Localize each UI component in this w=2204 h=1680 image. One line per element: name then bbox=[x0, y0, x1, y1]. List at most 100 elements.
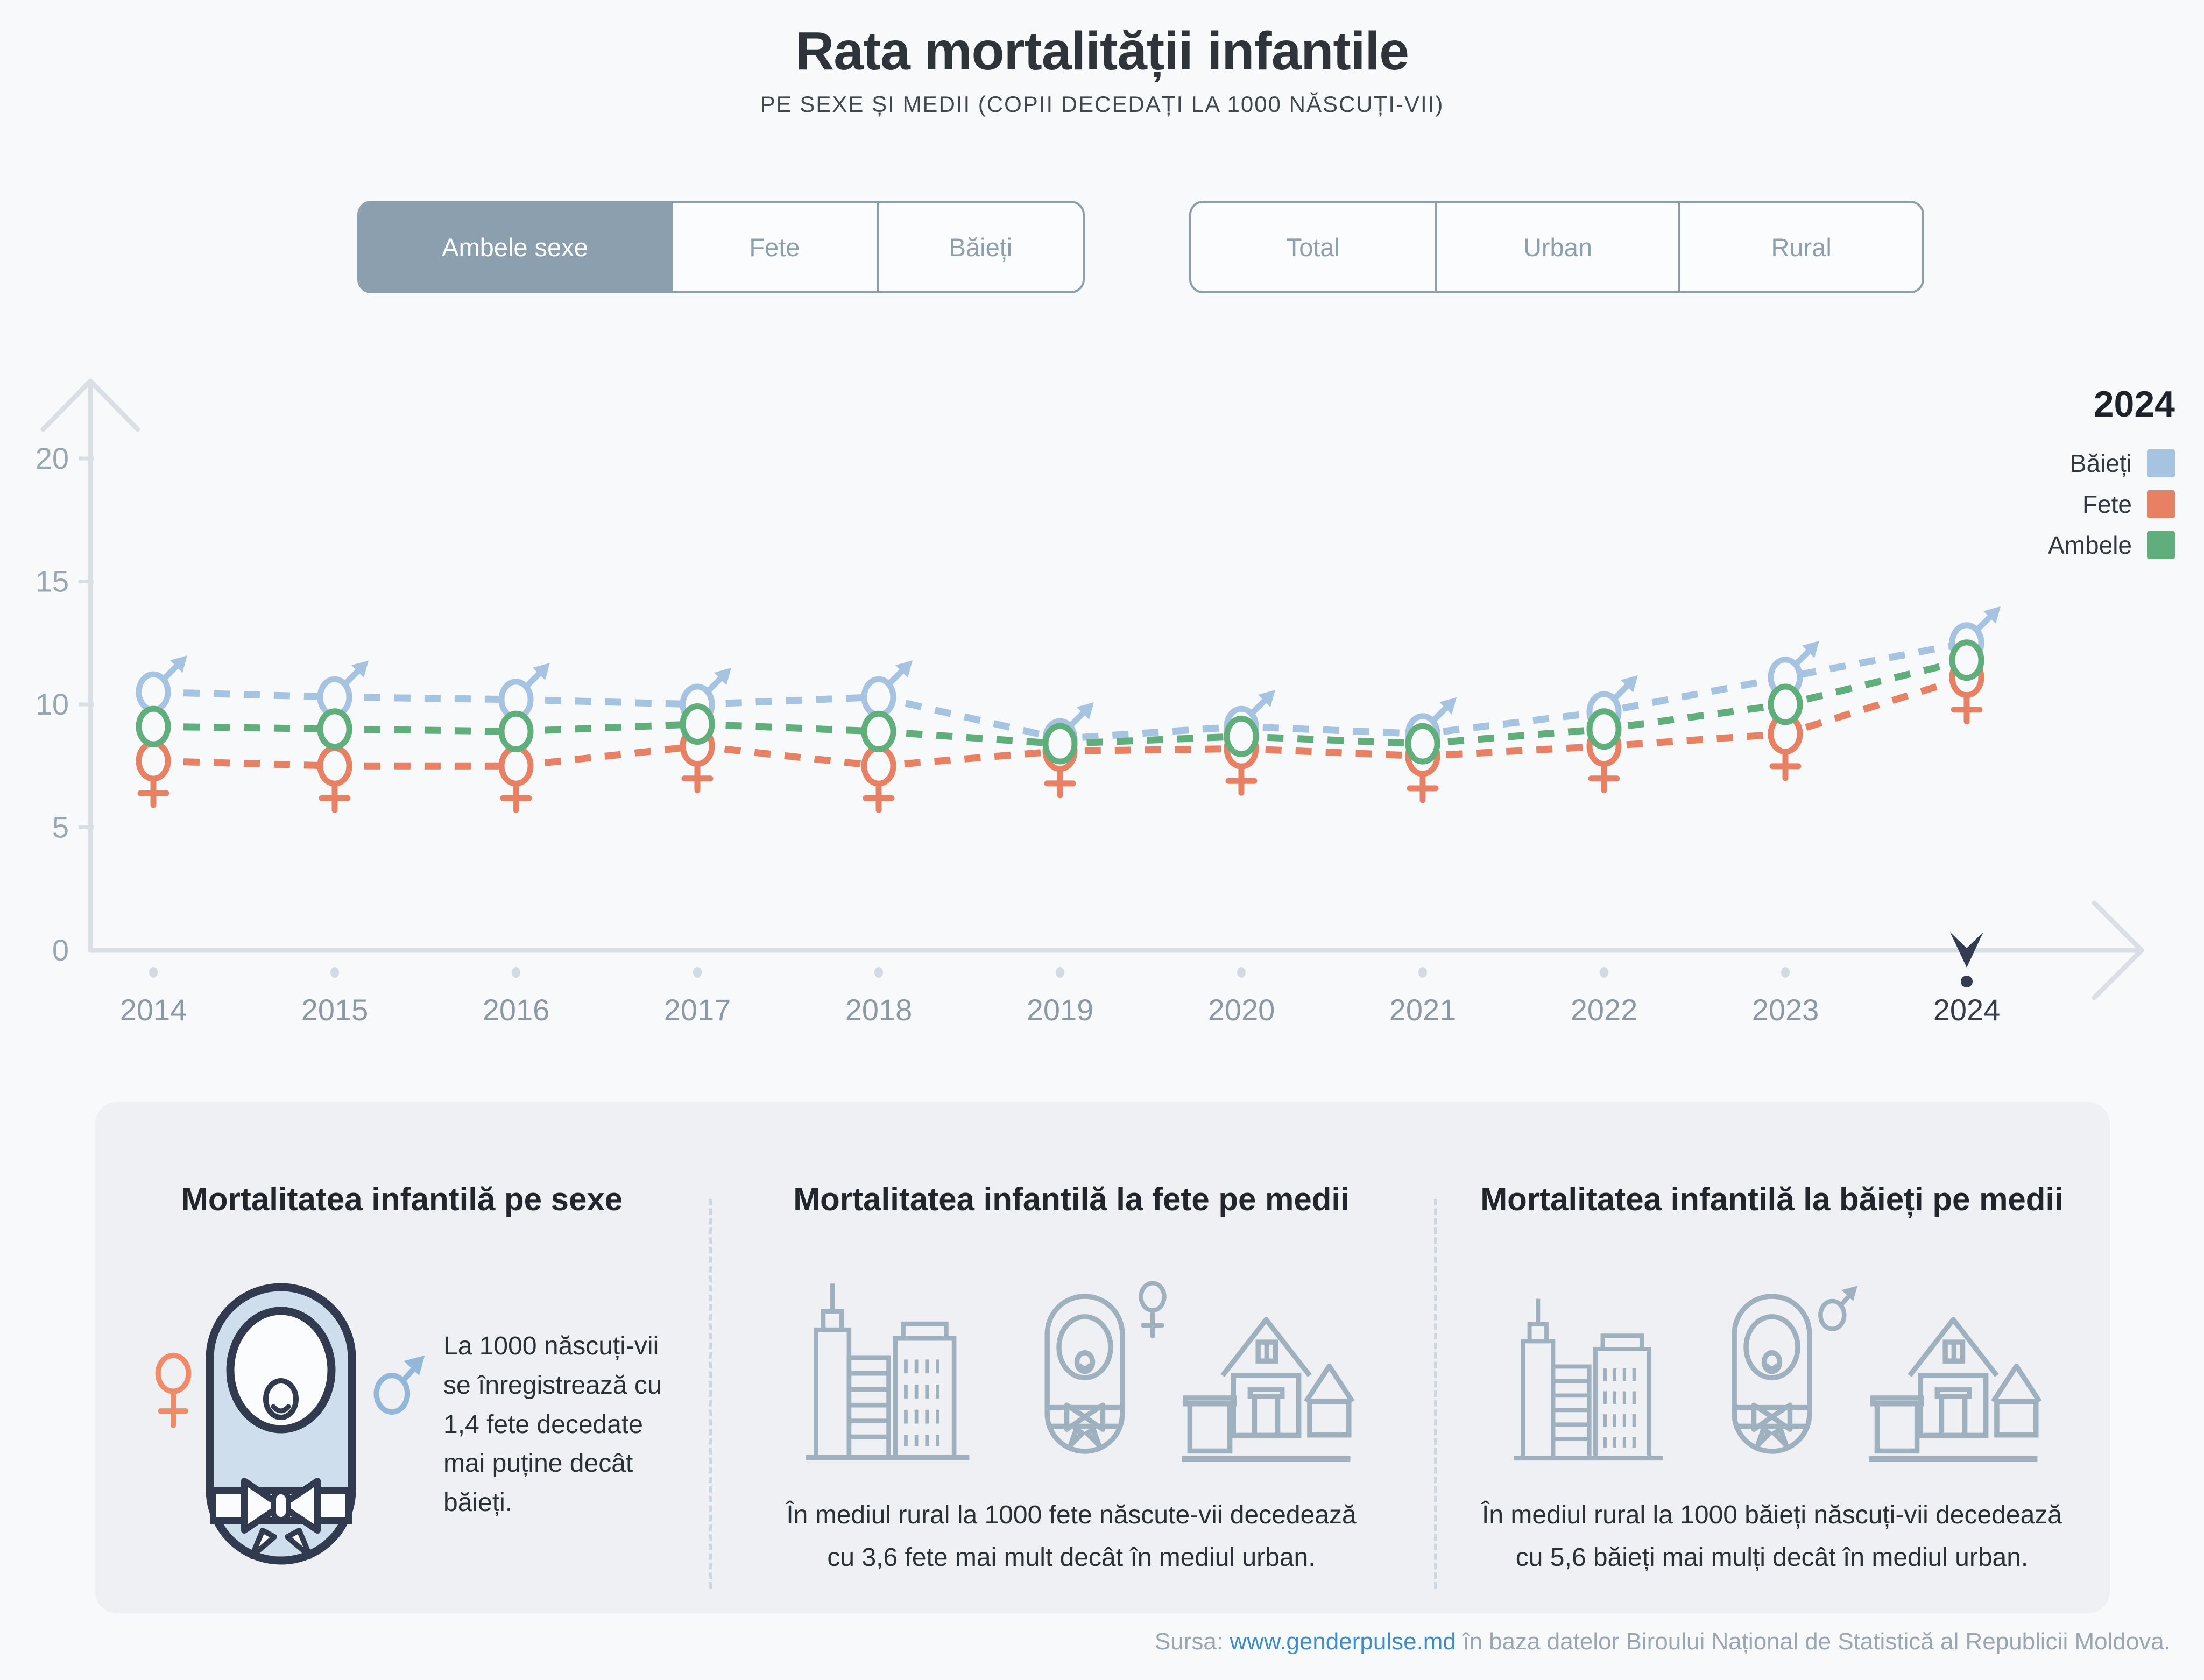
marker-male-2015[interactable] bbox=[320, 660, 369, 715]
x-tick-label-2019: 2019 bbox=[1027, 993, 1094, 1027]
baby-outline-icon bbox=[1042, 1288, 1128, 1460]
baby-with-gender bbox=[1042, 1288, 1128, 1463]
filter-ambele-sexe-button[interactable]: Ambele sexe bbox=[359, 203, 670, 291]
year-dot[interactable] bbox=[693, 967, 702, 978]
y-tick-label: 20 bbox=[36, 441, 69, 475]
legend-row-ambele: Ambele bbox=[1949, 531, 2175, 560]
rural-houses-icon bbox=[1150, 1307, 1382, 1463]
legend-swatch-ambele-icon bbox=[2147, 531, 2175, 559]
marker-circle-2024[interactable] bbox=[1952, 643, 1981, 678]
card-text-line1: În mediul rural la 1000 fete născute-vii… bbox=[725, 1494, 1418, 1536]
baby-outline-icon bbox=[1729, 1288, 1815, 1460]
legend-swatch-baieti-icon bbox=[2147, 449, 2175, 477]
page-subtitle: PE SEXE ȘI MEDII (COPII DECEDAȚI LA 1000… bbox=[0, 91, 2204, 117]
card-boys-by-medium: Mortalitatea infantilă la băieți pe medi… bbox=[1434, 1102, 2110, 1613]
marker-circle-2014[interactable] bbox=[139, 709, 168, 744]
sex-filter-group: Ambele sexe Fete Băieți bbox=[357, 201, 1085, 293]
year-dot[interactable] bbox=[1418, 967, 1427, 978]
x-tick-label-2022: 2022 bbox=[1571, 993, 1638, 1027]
card-text: La 1000 născuți-vii se înregistrează cu … bbox=[443, 1327, 664, 1523]
card-content: La 1000 născuți-vii se înregistrează cu … bbox=[146, 1280, 693, 1570]
x-tick-label-2014: 2014 bbox=[120, 993, 187, 1027]
year-dot[interactable] bbox=[149, 967, 158, 978]
marker-male-2016[interactable] bbox=[501, 663, 550, 717]
filter-total-button[interactable]: Total bbox=[1191, 203, 1435, 291]
source-prefix: Sursa: bbox=[1155, 1628, 1230, 1655]
card-text: În mediul rural la 1000 băieți născuți-v… bbox=[1434, 1494, 2110, 1579]
legend-year: 2024 bbox=[1949, 383, 2175, 425]
card-text: În mediul rural la 1000 fete născute-vii… bbox=[709, 1494, 1434, 1579]
x-tick-label-2017: 2017 bbox=[664, 993, 731, 1027]
card-text-line2: cu 5,6 băieți mai mulți decât în mediul … bbox=[1450, 1536, 2094, 1579]
filter-rural-button[interactable]: Rural bbox=[1678, 203, 1922, 291]
marker-circle-2017[interactable] bbox=[683, 707, 712, 742]
year-dot[interactable] bbox=[1781, 967, 1790, 978]
summary-cards-panel: Mortalitatea infantilă pe sexe bbox=[95, 1102, 2110, 1613]
marker-female-2018[interactable] bbox=[864, 748, 893, 810]
source-footer: Sursa: www.genderpulse.md în baza datelo… bbox=[1155, 1628, 2171, 1655]
card-mortality-by-sex: Mortalitatea infantilă pe sexe bbox=[95, 1102, 709, 1613]
city-buildings-icon bbox=[761, 1274, 1019, 1463]
y-tick-label: 5 bbox=[52, 810, 69, 844]
x-tick-label-2018: 2018 bbox=[845, 993, 913, 1027]
filter-fete-button[interactable]: Fete bbox=[670, 203, 877, 291]
source-suffix: în baza datelor Biroului Național de Sta… bbox=[1456, 1628, 2171, 1655]
marker-circle-2022[interactable] bbox=[1590, 711, 1619, 747]
marker-female-2014[interactable] bbox=[139, 743, 168, 805]
card-icons bbox=[1434, 1269, 2110, 1463]
x-tick-label-2015: 2015 bbox=[301, 993, 369, 1027]
card-girls-by-medium: Mortalitatea infantilă la fete pe medii bbox=[709, 1102, 1434, 1613]
infographic-page: Rata mortalității infantile PE SEXE ȘI M… bbox=[0, 0, 2204, 1680]
year-dot-current[interactable] bbox=[1961, 976, 1973, 987]
chart-canvas: 0510152020142015201620172018201920202021… bbox=[0, 350, 2204, 1049]
baby-with-gender bbox=[1729, 1288, 1815, 1463]
marker-male-2014[interactable] bbox=[139, 655, 187, 710]
marker-female-2023[interactable] bbox=[1771, 716, 1800, 778]
year-dot[interactable] bbox=[1600, 967, 1608, 978]
card-text-line2: cu 3,6 fete mai mult decât în mediul urb… bbox=[725, 1536, 1418, 1579]
card-title: Mortalitatea infantilă pe sexe bbox=[95, 1181, 709, 1218]
card-text-line1: În mediul rural la 1000 băieți născuți-v… bbox=[1450, 1494, 2094, 1536]
x-tick-label-2021: 2021 bbox=[1389, 993, 1457, 1027]
year-dot[interactable] bbox=[874, 967, 883, 978]
marker-circle-2023[interactable] bbox=[1771, 687, 1800, 722]
baby-icon bbox=[200, 1280, 362, 1570]
legend-row-fete: Fete bbox=[1949, 490, 2175, 519]
female-symbol-icon bbox=[1132, 1278, 1173, 1345]
legend-row-baieti: Băieți bbox=[1949, 449, 2175, 478]
chart-legend: 2024 Băieți Fete Ambele bbox=[1949, 383, 2175, 571]
marker-circle-2021[interactable] bbox=[1408, 726, 1437, 761]
x-tick-label-2016: 2016 bbox=[483, 993, 550, 1027]
filter-baieti-button[interactable]: Băieți bbox=[877, 203, 1083, 291]
card-icons bbox=[709, 1269, 1434, 1463]
marker-female-2016[interactable] bbox=[501, 748, 531, 810]
legend-label-baieti: Băieți bbox=[2070, 449, 2132, 478]
male-symbol-icon bbox=[1815, 1278, 1860, 1334]
marker-circle-2018[interactable] bbox=[864, 714, 893, 749]
marker-female-2015[interactable] bbox=[320, 748, 349, 810]
legend-label-ambele: Ambele bbox=[2048, 531, 2132, 560]
x-tick-label-2024: 2024 bbox=[1933, 993, 2001, 1027]
year-dot[interactable] bbox=[1237, 967, 1246, 978]
y-tick-label: 10 bbox=[36, 687, 69, 721]
legend-label-fete: Fete bbox=[2082, 490, 2132, 519]
marker-circle-2019[interactable] bbox=[1046, 726, 1075, 761]
legend-swatch-fete-icon bbox=[2147, 490, 2175, 518]
year-dot[interactable] bbox=[1056, 967, 1064, 978]
rural-houses-icon bbox=[1838, 1307, 2069, 1463]
male-symbol-icon bbox=[369, 1342, 428, 1422]
x-tick-label-2023: 2023 bbox=[1752, 993, 1819, 1027]
card-title: Mortalitatea infantilă la băieți pe medi… bbox=[1434, 1181, 2110, 1218]
marker-circle-2016[interactable] bbox=[501, 714, 531, 749]
card-title: Mortalitatea infantilă la fete pe medii bbox=[709, 1181, 1434, 1218]
x-tick-label-2020: 2020 bbox=[1208, 993, 1275, 1027]
year-dot[interactable] bbox=[512, 967, 520, 978]
marker-circle-2020[interactable] bbox=[1227, 718, 1256, 754]
filter-urban-button[interactable]: Urban bbox=[1435, 203, 1679, 291]
source-link[interactable]: www.genderpulse.md bbox=[1230, 1628, 1456, 1655]
marker-circle-2015[interactable] bbox=[320, 711, 349, 747]
y-tick-label: 0 bbox=[52, 933, 69, 967]
city-buildings-icon bbox=[1475, 1290, 1706, 1463]
female-symbol-icon bbox=[146, 1350, 200, 1436]
year-dot[interactable] bbox=[330, 967, 339, 978]
